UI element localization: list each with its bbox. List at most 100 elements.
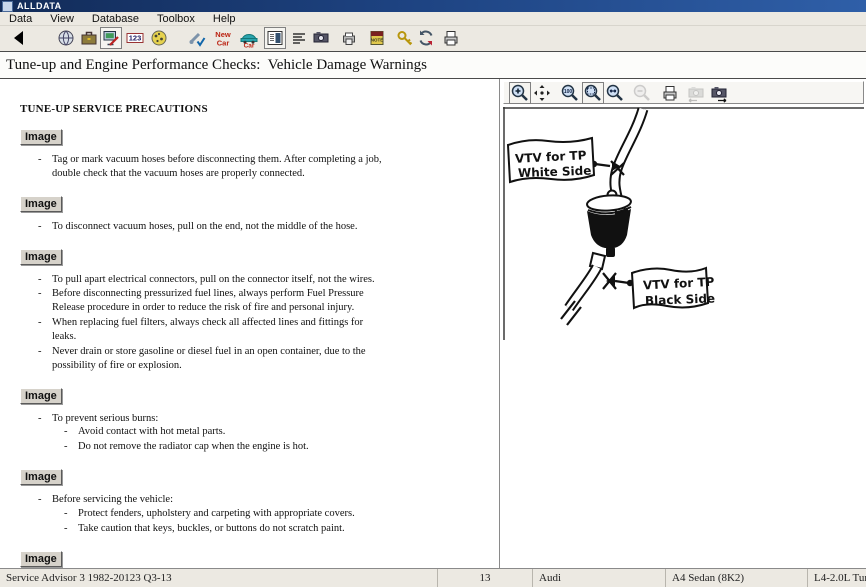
image-button[interactable]: Image	[20, 388, 62, 404]
image-button[interactable]: Image	[20, 469, 62, 485]
camera-button[interactable]	[310, 27, 332, 49]
image-button[interactable]: Image	[20, 249, 62, 265]
print-preview-icon	[339, 28, 359, 48]
precaution-item: Tag or mark vacuum hoses before disconne…	[38, 153, 383, 181]
white-tag-line2: White Side	[518, 164, 592, 181]
back-arrow-button[interactable]	[8, 27, 30, 49]
globe-icon	[56, 28, 76, 48]
briefcase-icon	[79, 28, 99, 48]
precaution-section: Image To pull apart electrical connectors…	[20, 247, 489, 373]
status-field-0: Service Advisor 3 1982-20123 Q3-13	[0, 569, 437, 587]
precaution-item: To prevent serious burns:Avoid contact w…	[38, 412, 383, 455]
svg-text:123: 123	[129, 34, 142, 43]
window-title: ALLDATA	[17, 1, 62, 11]
text-lines-icon	[289, 28, 309, 48]
note-button[interactable]: NOTE	[366, 27, 388, 49]
svg-text:Car: Car	[217, 39, 230, 48]
status-bar: Service Advisor 3 1982-20123 Q3-1313Audi…	[0, 568, 866, 587]
image-button[interactable]: Image	[20, 196, 62, 212]
zoom-fit-icon	[583, 83, 603, 103]
precaution-subitem: Protect fenders, upholstery and carpetin…	[64, 507, 383, 521]
zoom-out-icon	[632, 83, 652, 103]
split-view-button[interactable]	[264, 27, 286, 49]
back-arrow-icon	[9, 28, 29, 48]
app-icon	[2, 1, 13, 12]
car-button[interactable]: Car	[238, 27, 260, 49]
menu-help[interactable]: Help	[204, 13, 245, 25]
article-heading: TUNE-UP SERVICE PRECAUTIONS	[20, 103, 489, 115]
globe-button[interactable]	[55, 27, 77, 49]
print-preview-button[interactable]	[338, 27, 360, 49]
black-tag-pointer	[603, 273, 633, 289]
new-car-icon: NewCar	[213, 28, 233, 48]
precaution-list: Before servicing the vehicle:Protect fen…	[38, 493, 383, 536]
briefcase-button[interactable]	[78, 27, 100, 49]
key-icon	[395, 28, 415, 48]
printer-icon	[441, 28, 461, 48]
article-panel: TUNE-UP SERVICE PRECAUTIONS Image Tag or …	[0, 79, 500, 568]
refresh-button[interactable]	[415, 27, 437, 49]
zoom-in-button[interactable]	[509, 82, 531, 104]
bell-icon	[149, 28, 169, 48]
image-next-button[interactable]	[708, 82, 730, 104]
image-next-icon	[709, 83, 729, 103]
image-canvas: VTV for TP White Side	[501, 107, 866, 568]
precaution-subitem: Take caution that keys, buckles, or butt…	[64, 522, 383, 536]
status-field-1: 13	[437, 569, 532, 587]
menu-toolbox[interactable]: Toolbox	[148, 13, 204, 25]
note-icon: NOTE	[367, 28, 387, 48]
menu-data[interactable]: Data	[0, 13, 41, 25]
menu-view[interactable]: View	[41, 13, 83, 25]
printer-button[interactable]	[440, 27, 462, 49]
alldata-window: ALLDATA DataViewDatabaseToolboxHelp 123 N…	[0, 0, 866, 587]
computer-wrench-button[interactable]	[100, 27, 122, 49]
precaution-subitem: Do not remove the radiator cap when the …	[64, 440, 383, 454]
numbers-123-button[interactable]: 123	[124, 27, 146, 49]
print-button[interactable]	[659, 82, 681, 104]
svg-text:100: 100	[564, 89, 573, 95]
image-button[interactable]: Image	[20, 551, 62, 567]
svg-text:Car: Car	[244, 43, 255, 49]
pan-button[interactable]	[531, 82, 553, 104]
bell-button[interactable]	[148, 27, 170, 49]
camera-icon	[311, 28, 331, 48]
bottom-hose	[561, 253, 605, 325]
wrench-check-button[interactable]	[186, 27, 208, 49]
precaution-list: Tag or mark vacuum hoses before disconne…	[38, 153, 383, 181]
precaution-sublist: Protect fenders, upholstery and carpetin…	[64, 507, 383, 536]
precaution-item: Before disconnecting pressurized fuel li…	[38, 287, 383, 315]
new-car-button[interactable]: NewCar	[212, 27, 234, 49]
precaution-section: ImageDo not operate the engine indoors w…	[20, 549, 489, 568]
wrench-check-icon	[187, 28, 207, 48]
zoom-window-button[interactable]	[604, 82, 626, 104]
zoom-window-icon	[605, 83, 625, 103]
zoom-fit-button[interactable]	[582, 82, 604, 104]
precaution-section: Image Tag or mark vacuum hoses before dis…	[20, 127, 489, 181]
vtv-valve	[587, 191, 632, 258]
white-side-tag: VTV for TP White Side	[508, 138, 594, 182]
precaution-item: Never drain or store gasoline or diesel …	[38, 345, 383, 373]
text-lines-button[interactable]	[288, 27, 310, 49]
pan-icon	[532, 83, 552, 103]
topic-title: Tune-up and Engine Performance Checks: V…	[0, 57, 427, 74]
image-viewer-panel: 100	[501, 79, 866, 568]
black-tag-line2: Black Side	[645, 291, 716, 307]
precaution-section: Image Before servicing the vehicle:Protec…	[20, 467, 489, 536]
key-button[interactable]	[394, 27, 416, 49]
precaution-item: Before servicing the vehicle:Protect fen…	[38, 493, 383, 536]
image-button[interactable]: Image	[20, 129, 62, 145]
precaution-item: To disconnect vacuum hoses, pull on the …	[38, 220, 383, 234]
zoom-100-button[interactable]: 100	[559, 82, 581, 104]
zoom-100-icon: 100	[560, 83, 580, 103]
zoom-out-button	[631, 82, 653, 104]
status-field-3: A4 Sedan (8K2)	[665, 569, 807, 587]
precaution-section: Image To prevent serious burns:Avoid cont…	[20, 386, 489, 455]
status-field-2: Audi	[532, 569, 665, 587]
menu-database[interactable]: Database	[83, 13, 148, 25]
car-icon: Car	[239, 28, 259, 48]
main-toolbar: 123NewCarCarNOTE	[0, 26, 866, 52]
refresh-icon	[416, 28, 436, 48]
status-field-4: L4-2.0L Tur	[807, 569, 866, 587]
image-prev-icon	[686, 83, 706, 103]
precaution-list: To pull apart electrical connectors, pul…	[38, 273, 383, 373]
